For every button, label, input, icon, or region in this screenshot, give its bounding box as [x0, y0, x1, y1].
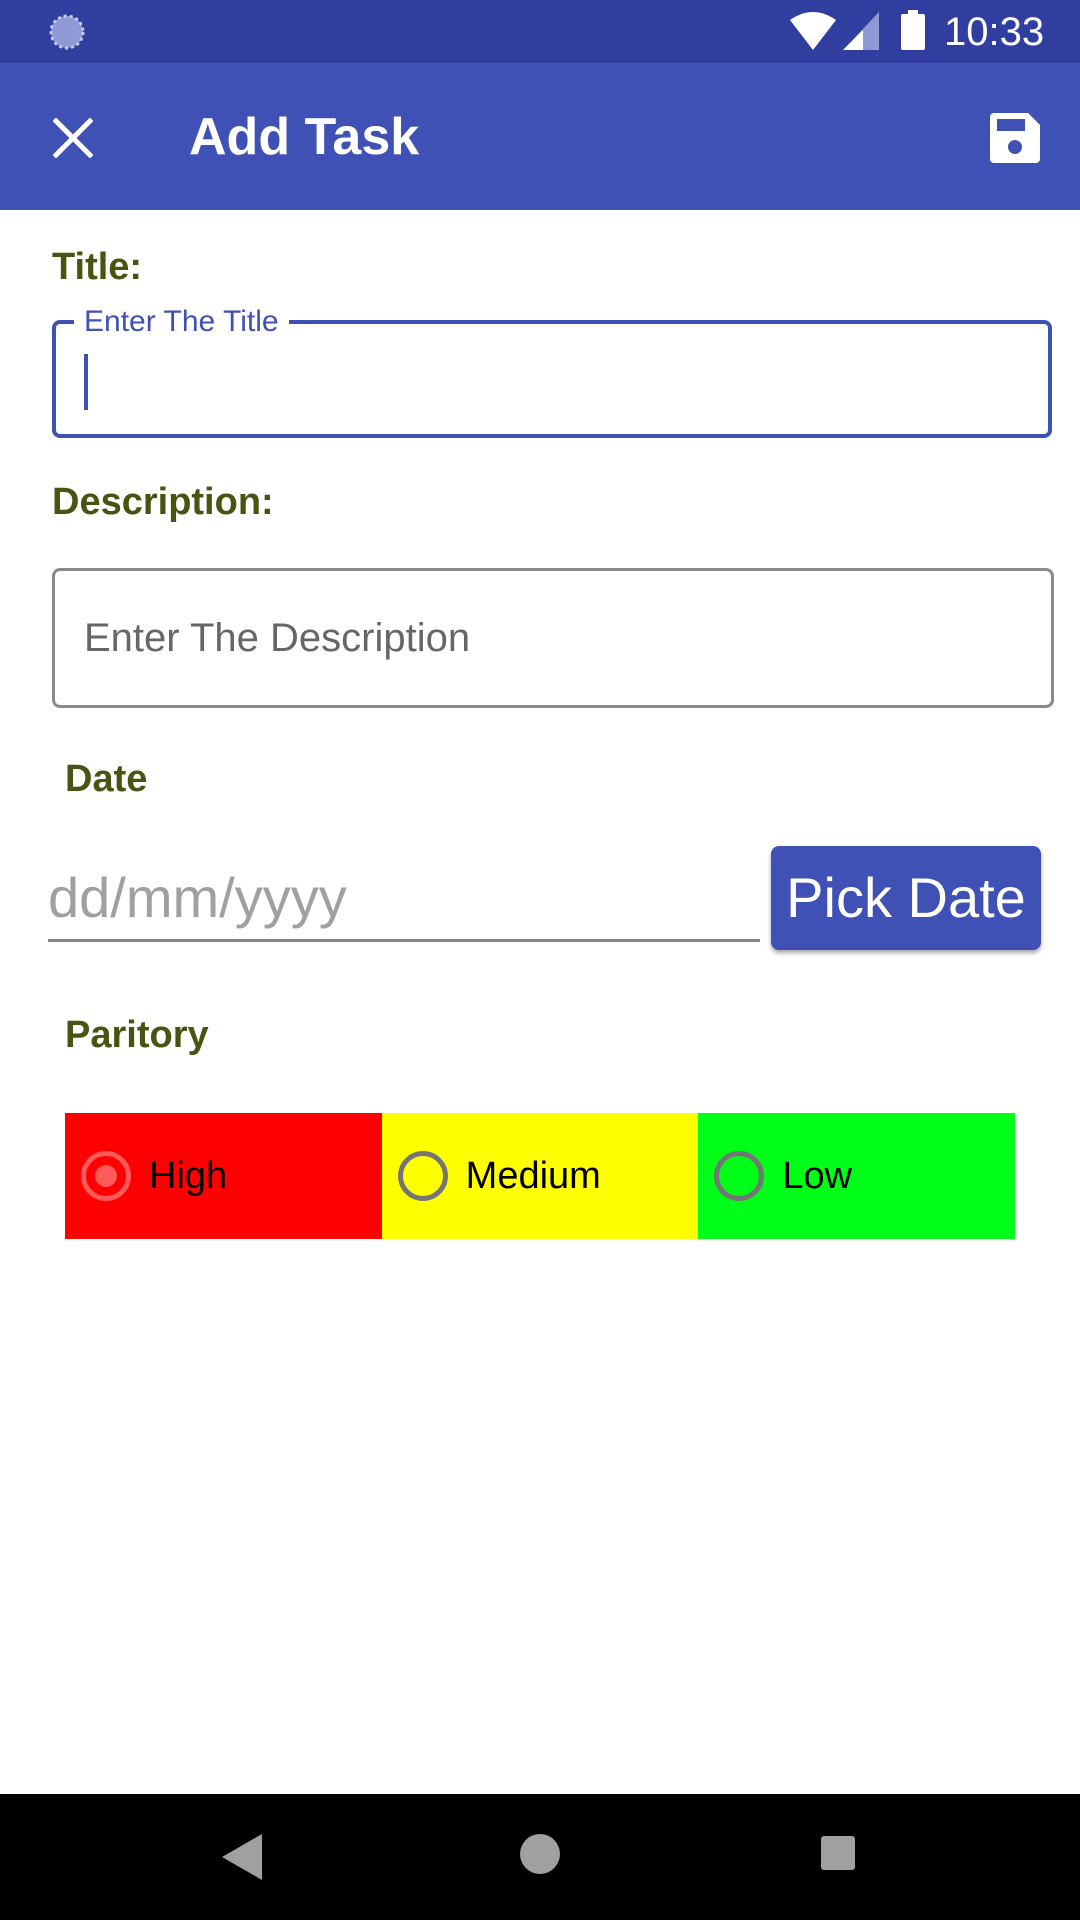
battery-icon [901, 10, 925, 50]
page-title: Add Task [189, 108, 420, 166]
back-icon[interactable] [222, 1834, 262, 1880]
priority-option-medium[interactable]: Medium [381, 1113, 699, 1239]
save-icon [990, 113, 1040, 163]
description-placeholder: Enter The Description [84, 616, 471, 660]
radio-button-icon [81, 1151, 131, 1201]
close-button[interactable] [40, 105, 106, 171]
title-hint: Enter The Title [74, 304, 289, 340]
priority-label: Paritory [65, 1014, 209, 1056]
app-bar: Add Task [0, 63, 1080, 210]
description-label: Description: [52, 481, 274, 523]
wifi-icon [790, 12, 836, 50]
priority-option-high[interactable]: High [65, 1113, 382, 1239]
radio-button-icon [397, 1151, 448, 1201]
title-label: Title: [52, 246, 143, 288]
priority-option-label: Medium [465, 1155, 601, 1197]
priority-radio-group: High Medium Low [65, 1113, 1016, 1239]
priority-option-low[interactable]: Low [698, 1113, 1016, 1239]
recents-icon[interactable] [821, 1836, 855, 1870]
pick-date-button[interactable]: Pick Date [771, 846, 1041, 950]
title-input[interactable] [82, 340, 1036, 422]
loading-spinner-icon [49, 14, 85, 50]
home-icon[interactable] [520, 1834, 560, 1874]
radio-button-icon [714, 1151, 765, 1201]
cell-signal-icon [843, 12, 879, 50]
close-icon [53, 118, 93, 158]
navigation-bar [0, 1794, 1080, 1920]
priority-option-label: High [149, 1155, 228, 1197]
priority-option-label: Low [782, 1155, 853, 1197]
status-bar: 10:33 [0, 0, 1080, 63]
date-placeholder: dd/mm/yyyy [48, 866, 347, 929]
date-label: Date [65, 758, 148, 800]
status-time: 10:33 [944, 10, 1045, 54]
save-button[interactable] [980, 105, 1050, 171]
